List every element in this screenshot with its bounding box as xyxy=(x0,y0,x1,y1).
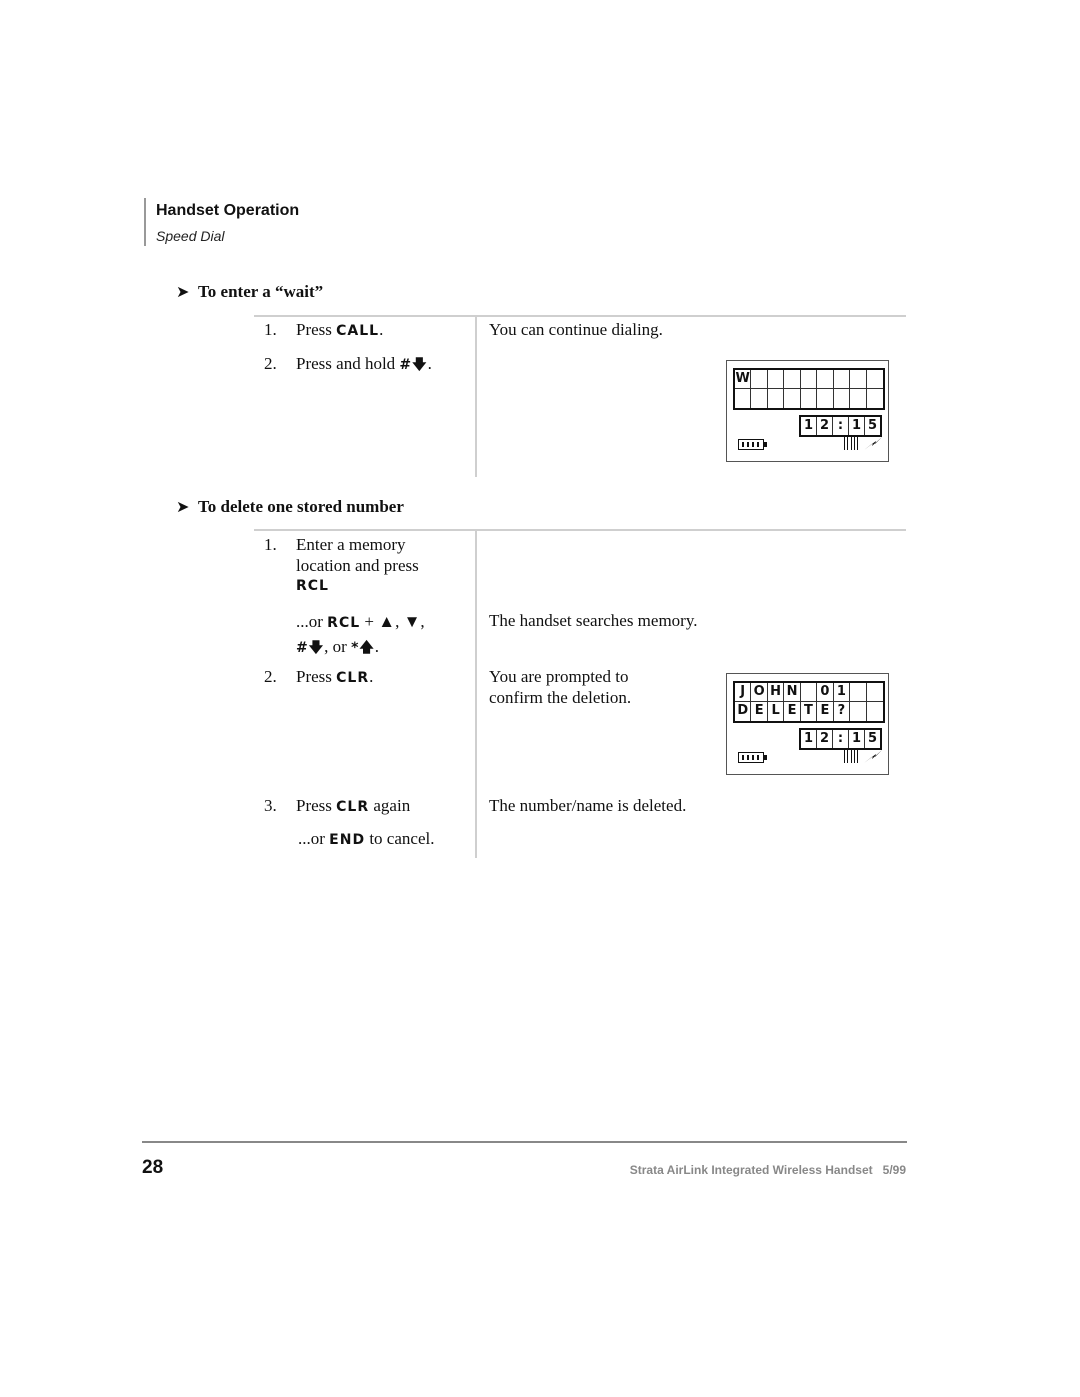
lcd-cell xyxy=(850,702,867,721)
step-3-num: 3. xyxy=(264,796,277,815)
table-rule xyxy=(254,315,906,317)
lcd-cell xyxy=(800,370,818,389)
lcd-cell: T xyxy=(801,702,818,721)
chapter-title: Handset Operation xyxy=(156,202,300,219)
signal-strength-icon xyxy=(844,437,858,450)
rcl-key: RCL xyxy=(327,615,361,631)
lcd-cell: O xyxy=(751,683,768,702)
lcd-cell: H xyxy=(767,683,785,702)
hash-key: # xyxy=(296,640,309,656)
table-rule xyxy=(254,529,906,531)
battery-icon xyxy=(738,439,767,450)
lcd-cell xyxy=(751,389,768,408)
page-number: 28 xyxy=(142,1157,164,1178)
section-subtitle: Speed Dial xyxy=(156,228,225,244)
step-2: 2. xyxy=(264,354,277,373)
lcd-char-grid: J O H N 0 1 D E L E T E ? xyxy=(733,681,885,723)
lcd-cell xyxy=(866,370,883,389)
step-3-alternative: ...or END to cancel. xyxy=(298,829,435,848)
lcd-cell: ? xyxy=(834,702,851,721)
lcd-cell: L xyxy=(768,702,785,721)
lcd-cell xyxy=(817,370,834,389)
step-3-result: The number/name is deleted. xyxy=(489,796,687,815)
end-key: END xyxy=(329,832,366,848)
radio-link-icon xyxy=(864,437,882,450)
radio-link-icon xyxy=(864,750,882,763)
step-3-text: Press CLR again xyxy=(296,796,411,815)
column-divider xyxy=(475,531,477,858)
battery-icon xyxy=(738,752,767,763)
step-1: 1. xyxy=(264,320,277,339)
lcd-cell xyxy=(867,389,883,408)
step-1-num: 1. xyxy=(264,535,277,554)
heading-text: To enter a “wait” xyxy=(198,282,324,301)
lcd-cell: 1 xyxy=(833,683,851,702)
lcd-cell xyxy=(801,389,818,408)
footer-doc-title: Strata AirLink Integrated Wireless Hands… xyxy=(629,1163,906,1177)
step-1-result: The handset searches memory. xyxy=(489,611,698,630)
lcd-clock: 1 2 : 1 5 xyxy=(799,415,882,437)
lcd-cell: J xyxy=(735,683,752,702)
lcd-cell xyxy=(767,370,785,389)
lcd-cell: D xyxy=(735,702,752,721)
lcd-cell xyxy=(834,389,851,408)
lcd-cell: 0 xyxy=(817,683,834,702)
step-2-text: Press CLR. xyxy=(296,667,374,686)
rcl-key: RCL xyxy=(296,578,329,594)
lcd-cell: W xyxy=(735,370,752,389)
step-1-alternative: ...or RCL + ▲, ▼, #🡇, or *🡅. xyxy=(296,612,425,656)
lcd-cell xyxy=(867,702,883,721)
arrow-up-icon: 🡅 xyxy=(359,640,375,656)
lcd-cell: E xyxy=(751,702,768,721)
header-bar xyxy=(144,198,146,246)
signal-strength-icon xyxy=(844,750,858,763)
lcd-cell xyxy=(735,389,752,408)
call-key: CALL xyxy=(336,323,380,339)
arrow-down-triangle-icon: ▼ xyxy=(403,612,421,631)
lcd-cell xyxy=(751,370,768,389)
clr-key: CLR xyxy=(336,799,370,815)
lcd-cell xyxy=(833,370,851,389)
column-divider xyxy=(475,317,477,477)
lcd-char-grid: W xyxy=(733,368,885,410)
hash-key: # xyxy=(399,357,413,373)
lcd-clock: 1 2 : 1 5 xyxy=(799,728,882,750)
lcd-cell xyxy=(784,370,801,389)
step-2-result: You are prompted to confirm the deletion… xyxy=(489,667,632,707)
lcd-cell xyxy=(800,683,818,702)
lcd-cell: E xyxy=(817,702,834,721)
lcd-cell xyxy=(784,389,801,408)
lcd-cell xyxy=(850,370,867,389)
footer-rule xyxy=(142,1141,907,1143)
clr-key: CLR xyxy=(336,670,370,686)
section-heading-wait: ➤ To enter a “wait” xyxy=(176,282,323,302)
lcd-cell: E xyxy=(784,702,801,721)
lcd-display-wait: W 1 2 : 1 5 xyxy=(726,360,889,462)
arrow-bullet-icon: ➤ xyxy=(176,497,190,516)
arrow-down-icon: 🡇 xyxy=(308,640,325,656)
result-text: You can continue dialing. xyxy=(489,320,663,339)
lcd-cell xyxy=(866,683,883,702)
arrow-down-icon: 🡇 xyxy=(412,357,428,373)
lcd-display-delete: J O H N 0 1 D E L E T E ? 1 2 : 1 5 xyxy=(726,673,889,775)
step-2-num: 2. xyxy=(264,667,277,686)
lcd-cell xyxy=(850,683,867,702)
lcd-cell xyxy=(817,389,834,408)
step-2-text: Press and hold #🡇. xyxy=(296,354,432,373)
arrow-up-triangle-icon: ▲ xyxy=(378,612,396,631)
arrow-bullet-icon: ➤ xyxy=(176,282,190,301)
section-heading-delete: ➤ To delete one stored number xyxy=(176,497,404,517)
lcd-cell xyxy=(850,389,867,408)
footer-date: 5/99 xyxy=(882,1163,906,1177)
step-1-text: Press CALL. xyxy=(296,320,384,339)
lcd-cell xyxy=(768,389,785,408)
heading-text: To delete one stored number xyxy=(198,497,404,516)
lcd-cell: N xyxy=(784,683,801,702)
step-1-text: Enter a memory location and press RCL xyxy=(296,534,419,597)
